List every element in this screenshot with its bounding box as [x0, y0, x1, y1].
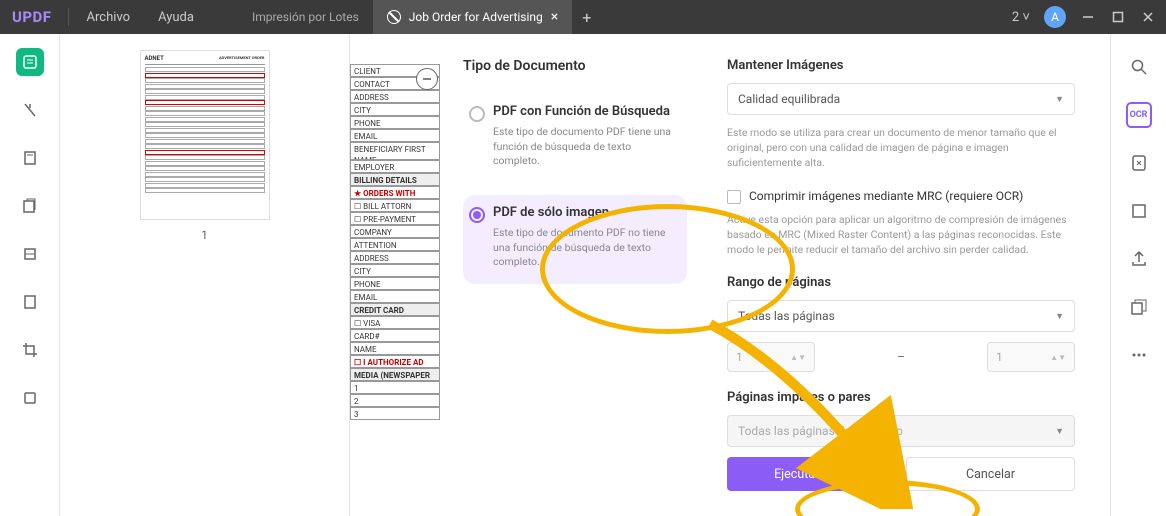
odd-even-select[interactable]: Todas las páginas del intervalo ▼ [727, 415, 1075, 447]
page-thumbnail[interactable]: ADNET ADVERTISEMENT ORDER [140, 50, 270, 220]
document-icon [387, 10, 401, 24]
cancel-button[interactable]: Cancelar [906, 457, 1075, 491]
convert-icon[interactable] [1126, 150, 1152, 176]
thumbnail-panel: ADNET ADVERTISEMENT ORDER 1 [60, 34, 350, 516]
option-image-only-pdf[interactable]: PDF de sólo imagen Este tipo de document… [463, 195, 687, 284]
minimize-icon[interactable] [1080, 9, 1096, 25]
collapse-button[interactable] [416, 68, 438, 90]
quality-desc: Este modo se utiliza para crear un docum… [727, 125, 1075, 171]
batch-icon[interactable] [1126, 294, 1152, 320]
add-tab-button[interactable]: + [572, 8, 601, 27]
organize-icon[interactable] [16, 192, 44, 220]
search-icon[interactable] [1126, 54, 1152, 80]
app-logo: UPDF [0, 8, 64, 26]
menu-help[interactable]: Ayuda [144, 10, 208, 25]
avatar[interactable]: A [1044, 6, 1066, 28]
share-icon[interactable] [1126, 246, 1152, 272]
left-sidebar [0, 34, 60, 516]
ocr-panel: Tipo de Documento PDF con Función de Bús… [445, 34, 1097, 516]
range-inputs: 1▲▼ – 1▲▼ [727, 342, 1075, 372]
compress-icon[interactable] [1126, 198, 1152, 224]
tab-count[interactable]: 2 ˅ [1012, 9, 1030, 25]
keep-images-title: Mantener Imágenes [727, 58, 1075, 73]
protect-icon[interactable] [16, 384, 44, 412]
more-icon[interactable] [1126, 342, 1152, 368]
page-number: 1 [76, 228, 333, 242]
range-from-input[interactable]: 1▲▼ [727, 342, 815, 372]
range-to-input[interactable]: 1▲▼ [987, 342, 1075, 372]
doc-type-title: Tipo de Documento [463, 58, 687, 74]
mrc-checkbox-row[interactable]: Comprimir imágenes mediante MRC (requier… [727, 189, 1075, 204]
range-dash: – [897, 350, 905, 364]
forms-icon[interactable] [16, 288, 44, 316]
quality-select[interactable]: Calidad equilibrada ▼ [727, 83, 1075, 115]
checkbox-icon [727, 190, 741, 204]
tab-job-order[interactable]: Job Order for Advertising × [373, 0, 572, 34]
tools-icon[interactable] [16, 240, 44, 268]
caret-icon: ▼ [1055, 94, 1064, 105]
caret-icon: ▼ [1055, 311, 1064, 322]
panel-right: Mantener Imágenes Calidad equilibrada ▼ … [705, 34, 1097, 516]
document-preview: CLIENT CONTACT ADDRESS CITY PHONE EMAIL … [350, 64, 440, 516]
panel-left: Tipo de Documento PDF con Función de Bús… [445, 34, 705, 516]
tabs: Impresión por Lotes Job Order for Advert… [238, 0, 601, 34]
edit-icon[interactable] [16, 144, 44, 172]
titlebar: UPDF Archivo Ayuda Impresión por Lotes J… [0, 0, 1166, 34]
comment-icon[interactable] [16, 96, 44, 124]
content-area: CLIENT CONTACT ADDRESS CITY PHONE EMAIL … [350, 34, 1110, 516]
tab-batch-print[interactable]: Impresión por Lotes [238, 0, 373, 34]
run-ocr-button[interactable]: Ejecutar OCR [727, 457, 894, 491]
maximize-icon[interactable] [1110, 9, 1126, 25]
ocr-button[interactable]: OCR [1126, 102, 1152, 128]
reader-icon[interactable] [16, 48, 44, 76]
titlebar-right: 2 ˅ A [1012, 6, 1166, 28]
page-range-select[interactable]: Todas las páginas ▼ [727, 300, 1075, 332]
close-icon[interactable]: × [551, 9, 558, 25]
radio-icon [469, 207, 485, 223]
mrc-desc: Active esta opción para aplicar un algor… [727, 212, 1075, 258]
option-searchable-pdf[interactable]: PDF con Función de Búsqueda Este tipo de… [463, 94, 687, 183]
radio-icon [469, 106, 485, 122]
crop-icon[interactable] [16, 336, 44, 364]
close-window-icon[interactable] [1140, 9, 1156, 25]
caret-icon: ▼ [1055, 426, 1064, 437]
separator [68, 8, 69, 26]
odd-even-title: Páginas impares o pares [727, 390, 1075, 405]
menu-file[interactable]: Archivo [73, 10, 145, 25]
right-sidebar: OCR [1110, 34, 1166, 516]
button-row: Ejecutar OCR Cancelar [727, 457, 1075, 491]
page-range-title: Rango de páginas [727, 275, 1075, 290]
